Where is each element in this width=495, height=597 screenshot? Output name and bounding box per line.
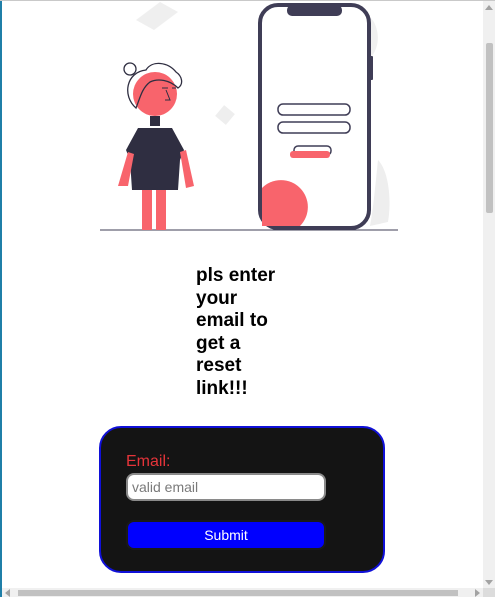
person-neck [150, 116, 160, 126]
window-frame-left [0, 0, 2, 597]
person-arm-right [180, 150, 194, 188]
reset-form: Email: Submit [99, 426, 385, 573]
scroll-left-arrow-icon[interactable] [5, 589, 10, 597]
scrollbar-corner [483, 588, 495, 597]
scroll-up-arrow-icon[interactable] [485, 5, 493, 10]
person-bun [123, 62, 137, 76]
person-body [126, 128, 184, 190]
person-leg-right [156, 190, 166, 230]
person-head [133, 72, 177, 116]
phone-button-fill [290, 151, 330, 158]
email-input[interactable] [126, 473, 326, 501]
scroll-right-arrow-icon[interactable] [475, 589, 480, 597]
decor-diamond [215, 105, 235, 125]
email-label: Email: [126, 453, 171, 470]
vertical-scrollbar[interactable] [483, 1, 495, 589]
phone-field-2 [277, 121, 351, 134]
phone-notch [287, 5, 342, 16]
forgot-password-illustration [100, 2, 398, 231]
horizontal-scroll-thumb[interactable] [18, 590, 458, 596]
scroll-down-arrow-icon[interactable] [485, 580, 493, 585]
person-leg-left [142, 190, 152, 230]
horizontal-scrollbar[interactable] [2, 588, 483, 597]
phone-side-button [369, 56, 373, 80]
submit-button[interactable]: Submit [126, 520, 326, 550]
decor-bar-top [136, 2, 178, 30]
vertical-scroll-thumb[interactable] [486, 43, 493, 213]
decor-leaf [370, 160, 390, 226]
phone-field-1 [277, 103, 351, 116]
page-heading: pls enter your email to get a reset link… [196, 265, 276, 399]
